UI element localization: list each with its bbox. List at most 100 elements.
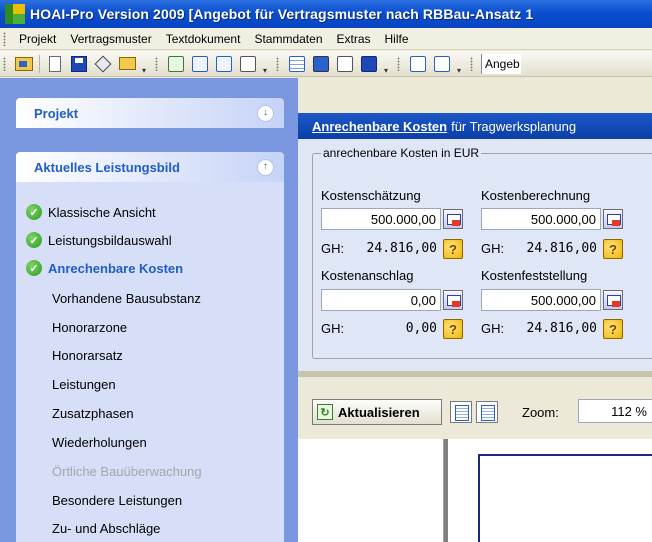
sidebar-item-besondere-leistungen[interactable]: Besondere Leistungen (52, 490, 182, 510)
panel-title-leistungsbild: Aktuelles Leistungsbild (34, 159, 180, 175)
calculator-icon[interactable] (603, 290, 623, 310)
document-preview (298, 439, 652, 542)
zoom-input[interactable]: 112 % (578, 399, 652, 423)
kostenanschlag-input[interactable]: 0,00 (321, 289, 441, 311)
diamond-icon (94, 55, 112, 72)
chevron-down-icon[interactable]: ↓ (257, 104, 274, 122)
label-kostenfeststellung: Kostenfeststellung (481, 268, 588, 283)
din-button[interactable] (237, 53, 259, 75)
sidebar-item-anrechenbare-kosten[interactable]: ✓ Anrechenbare Kosten (26, 258, 183, 278)
toolbar-overflow-4[interactable]: ▾ (455, 53, 463, 75)
sidebar-item-label: Leistungsbildauswahl (48, 232, 172, 248)
angebot-combo[interactable]: Angeb (481, 53, 521, 74)
menu-stammdaten[interactable]: Stammdaten (247, 32, 329, 46)
gh-value-feststellung: 24.816,00 (526, 321, 597, 336)
sidebar-item-honorarzone[interactable]: Honorarzone (52, 317, 127, 337)
open-project-button[interactable] (13, 53, 35, 75)
kostenfeststellung-input[interactable]: 500.000,00 (481, 289, 601, 311)
sidebar-item-honorarsatz[interactable]: Honorarsatz (52, 345, 123, 365)
page-subtitle: für Tragwerksplanung (451, 118, 577, 134)
gh-label: GH: (481, 241, 505, 256)
page-view-button[interactable] (450, 401, 472, 423)
toolbar-grip-3[interactable] (276, 56, 279, 71)
toolbar-grip-5[interactable] (470, 56, 473, 71)
toolbar-overflow-3[interactable]: ▾ (382, 53, 390, 75)
label-kostenanschlag: Kostenanschlag (321, 268, 414, 283)
din-icon (240, 55, 256, 72)
info-button[interactable] (431, 53, 453, 75)
menu-hilfe[interactable]: Hilfe (378, 32, 416, 46)
zoom-label: Zoom: (522, 405, 559, 420)
monitor-icon (313, 55, 329, 72)
check-icon: ✓ (26, 232, 42, 248)
refresh-icon: ↻ (317, 404, 333, 420)
panel-header-projekt[interactable]: Projekt ↓ (16, 98, 284, 128)
sidebar-item-wiederholungen[interactable]: Wiederholungen (52, 432, 147, 452)
toolbar-overflow-2[interactable]: ▾ (261, 53, 269, 75)
save-button[interactable] (68, 53, 90, 75)
sidebar-item-klassische-ansicht[interactable]: ✓ Klassische Ansicht (26, 202, 156, 222)
navigate-button[interactable] (92, 53, 114, 75)
help-icon[interactable]: ? (603, 319, 623, 339)
menu-vertragsmuster[interactable]: Vertragsmuster (63, 32, 158, 46)
calculator-icon[interactable] (603, 209, 623, 229)
chevron-up-icon[interactable]: ↑ (257, 158, 274, 176)
app-logo-icon (5, 4, 25, 24)
application-window: HOAI-Pro Version 2009 [Angebot für Vertr… (0, 0, 652, 542)
help-icon[interactable]: ? (443, 319, 463, 339)
page-title[interactable]: Anrechenbare Kosten (312, 119, 447, 134)
title-bar[interactable]: HOAI-Pro Version 2009 [Angebot für Vertr… (0, 0, 652, 28)
window-button[interactable] (358, 53, 380, 75)
sidebar-item-label: Klassische Ansicht (48, 204, 156, 220)
toolbar-separator (39, 54, 40, 73)
euro-button[interactable] (213, 53, 235, 75)
document-view-button[interactable] (476, 401, 498, 423)
new-document-button[interactable] (44, 53, 66, 75)
preview-toolbar: ↻ Aktualisieren Zoom: 112 % (298, 377, 652, 439)
menu-projekt[interactable]: Projekt (12, 32, 63, 46)
menu-bar: Projekt Vertragsmuster Textdokument Stam… (0, 28, 652, 50)
sidebar-item-leistungsbildauswahl[interactable]: ✓ Leistungsbildauswahl (26, 230, 172, 250)
sidebar-item-label: Anrechenbare Kosten (48, 260, 184, 276)
menu-grip[interactable] (3, 31, 6, 46)
calculator-icon[interactable] (443, 290, 463, 310)
toolbar-grip[interactable] (3, 56, 6, 71)
sidebar-item-zu-und-abschlaege[interactable]: Zu- und Abschläge (52, 518, 160, 538)
gh-label: GH: (321, 241, 345, 256)
edit-button[interactable] (334, 53, 356, 75)
preview-thumbnail-pane[interactable] (298, 439, 444, 542)
label-kostenberechnung: Kostenberechnung (481, 188, 591, 203)
save-icon (71, 55, 87, 72)
aktualisieren-button[interactable]: ↻ Aktualisieren (312, 399, 442, 425)
toolbar-grip-2[interactable] (155, 56, 158, 71)
content-header: Anrechenbare Kosten für Tragwerksplanung (298, 113, 652, 139)
calculator-icon[interactable] (443, 209, 463, 229)
sidebar-item-zusatzphasen[interactable]: Zusatzphasen (52, 403, 134, 423)
screen-button[interactable] (310, 53, 332, 75)
gh-value-anschlag: 0,00 (405, 321, 437, 336)
menu-textdokument[interactable]: Textdokument (159, 32, 248, 46)
refresh-toolbar-button[interactable] (165, 53, 187, 75)
cost-form-area: anrechenbare Kosten in EUR Kostenschätzu… (298, 139, 652, 371)
gh-value-berechnung: 24.816,00 (526, 241, 597, 256)
toolbar-grip-4[interactable] (397, 56, 400, 71)
help-icon[interactable]: ? (603, 239, 623, 259)
menu-extras[interactable]: Extras (330, 32, 378, 46)
preview-page-area[interactable] (448, 439, 652, 542)
paragraph-button[interactable] (189, 53, 211, 75)
sidebar-item-leistungen[interactable]: Leistungen (52, 374, 116, 394)
help-toolbar-button[interactable] (407, 53, 429, 75)
toolbar-overflow[interactable]: ▾ (140, 53, 148, 75)
kostenberechnung-input[interactable]: 500.000,00 (481, 208, 601, 230)
list-view-button[interactable] (286, 53, 308, 75)
panel-header-leistungsbild[interactable]: Aktuelles Leistungsbild ↑ (16, 152, 284, 182)
groupbox-legend: anrechenbare Kosten in EUR (321, 146, 482, 160)
kostenschaetzung-input[interactable]: 500.000,00 (321, 208, 441, 230)
open-folder-button[interactable] (116, 53, 138, 75)
question-icon (410, 55, 426, 72)
window-icon (361, 55, 377, 72)
sidebar-item-vorhandene-bausubstanz[interactable]: Vorhandene Bausubstanz (52, 288, 201, 308)
help-icon[interactable]: ? (443, 239, 463, 259)
pencil-icon (337, 55, 353, 72)
list-icon (289, 55, 305, 72)
